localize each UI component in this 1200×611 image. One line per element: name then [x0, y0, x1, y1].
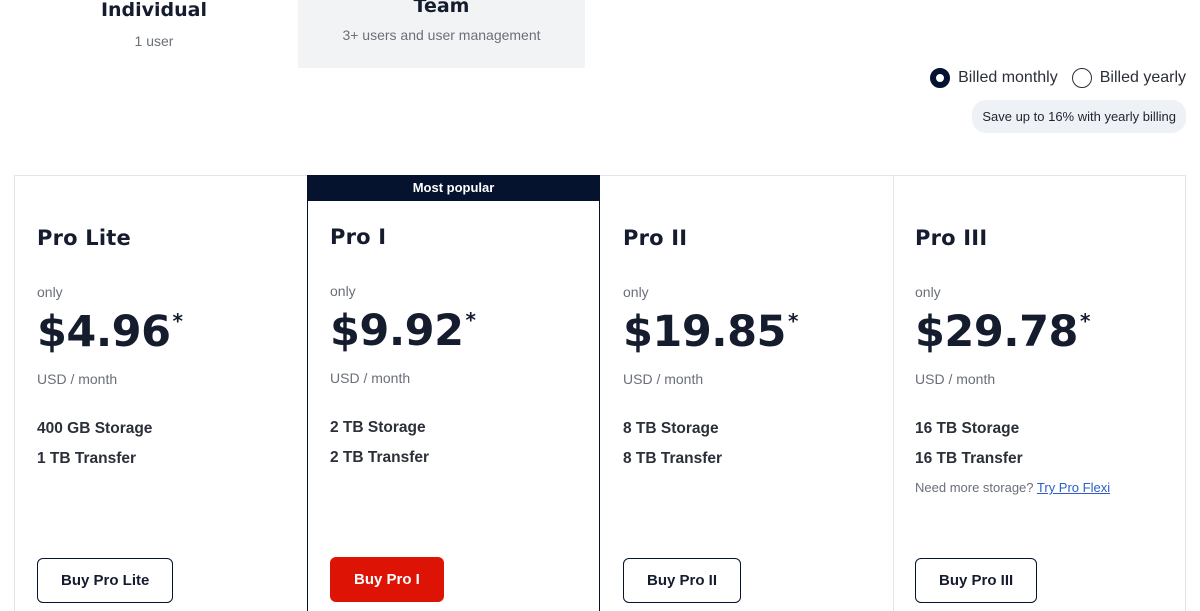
- storage-feature: 400 GB Storage: [37, 420, 153, 437]
- billed-monthly-label: Billed monthly: [958, 69, 1058, 86]
- transfer-feature: 16 TB Transfer: [915, 450, 1023, 467]
- price-unit: USD / month: [37, 371, 118, 387]
- billed-yearly-option[interactable]: Billed yearly: [1071, 68, 1186, 88]
- tab-team-subtitle: 3+ users and user management: [342, 27, 541, 43]
- plan-price: $19.85 *: [623, 307, 798, 357]
- more-storage-note: Need more storage? Try Pro Flexi: [915, 480, 1110, 495]
- price-asterisk: *: [172, 309, 183, 333]
- plan-card-pro-i: Most popular Pro I only $9.92 * USD / mon…: [307, 175, 600, 611]
- plan-cards: Pro Lite only $4.96 * USD / month 400 GB …: [14, 175, 1186, 611]
- tab-individual-subtitle: 1 user: [134, 33, 174, 49]
- plan-name: Pro II: [623, 226, 688, 250]
- storage-feature: 2 TB Storage: [330, 419, 426, 436]
- plan-price: $9.92 *: [330, 306, 476, 356]
- billing-toggle: Billed monthly Billed yearly: [930, 68, 1186, 88]
- tab-individual[interactable]: Individual 1 user: [8, 0, 300, 68]
- buy-pro-iii-button[interactable]: Buy Pro III: [915, 558, 1038, 603]
- most-popular-badge: Most popular: [307, 175, 600, 201]
- price-prefix: only: [623, 284, 649, 300]
- buy-pro-ii-button[interactable]: Buy Pro II: [623, 558, 742, 603]
- price-asterisk: *: [787, 309, 798, 333]
- try-pro-flexi-link[interactable]: Try Pro Flexi: [1037, 480, 1110, 495]
- plan-name: Pro Lite: [37, 226, 131, 250]
- billed-yearly-label: Billed yearly: [1099, 69, 1186, 86]
- more-storage-text: Need more storage?: [915, 480, 1034, 495]
- storage-feature: 16 TB Storage: [915, 420, 1020, 437]
- price-prefix: only: [915, 284, 941, 300]
- billed-yearly-radio[interactable]: [1071, 68, 1092, 88]
- price-amount: $19.85: [623, 307, 786, 357]
- buy-pro-i-button[interactable]: Buy Pro I: [330, 557, 444, 602]
- tab-team[interactable]: Team 3+ users and user management: [298, 0, 585, 68]
- plan-name: Pro III: [915, 226, 988, 250]
- price-prefix: only: [330, 283, 356, 299]
- plan-card-pro-lite: Pro Lite only $4.96 * USD / month 400 GB …: [15, 176, 308, 611]
- price-amount: $9.92: [330, 306, 464, 356]
- price-unit: USD / month: [623, 371, 704, 387]
- price-asterisk: *: [465, 308, 476, 332]
- price-amount: $4.96: [37, 307, 171, 357]
- transfer-feature: 1 TB Transfer: [37, 450, 137, 467]
- price-amount: $29.78: [915, 307, 1078, 357]
- price-unit: USD / month: [915, 371, 996, 387]
- billed-monthly-option[interactable]: Billed monthly: [930, 68, 1058, 88]
- billed-monthly-radio[interactable]: [930, 68, 951, 88]
- plan-card-pro-ii: Pro II only $19.85 * USD / month 8 TB Sto…: [601, 176, 894, 611]
- storage-feature: 8 TB Storage: [623, 420, 719, 437]
- transfer-feature: 2 TB Transfer: [330, 449, 430, 466]
- plan-price: $4.96 *: [37, 307, 183, 357]
- yearly-savings-badge: Save up to 16% with yearly billing: [972, 100, 1186, 133]
- transfer-feature: 8 TB Transfer: [623, 450, 723, 467]
- tab-individual-title: Individual: [100, 0, 208, 21]
- price-asterisk: *: [1079, 309, 1090, 333]
- plan-card-pro-iii: Pro III only $29.78 * USD / month 16 TB S…: [893, 176, 1186, 611]
- price-unit: USD / month: [330, 370, 411, 386]
- price-prefix: only: [37, 284, 63, 300]
- buy-pro-lite-button[interactable]: Buy Pro Lite: [37, 558, 174, 603]
- plan-name: Pro I: [330, 225, 387, 249]
- pricing-page: Individual 1 user Team 3+ users and user…: [0, 0, 1200, 611]
- plan-price: $29.78 *: [915, 307, 1090, 357]
- tab-team-title: Team: [413, 0, 470, 17]
